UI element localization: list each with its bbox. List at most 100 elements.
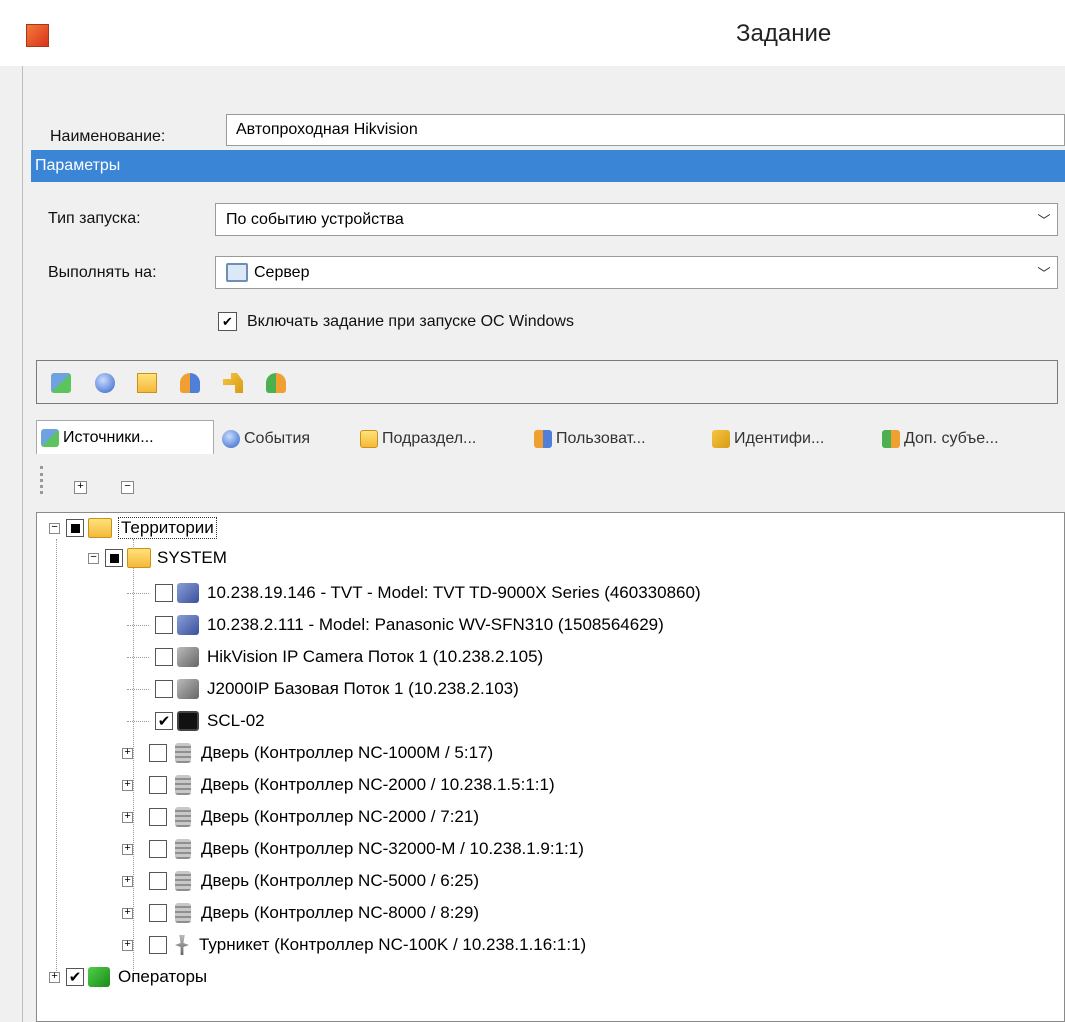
tree-checkbox[interactable] — [149, 744, 167, 762]
users-icon — [534, 430, 552, 448]
windows-start-label: Включать задание при запуске ОС Windows — [247, 312, 574, 330]
tree-checkbox[interactable] — [155, 680, 173, 698]
door-icon — [175, 903, 191, 923]
tree-checkbox[interactable] — [149, 776, 167, 794]
tab-label: Источники... — [63, 428, 154, 446]
collapse-all-button[interactable]: − — [121, 481, 134, 494]
tab-events[interactable]: События — [222, 424, 310, 454]
folder-icon — [360, 430, 378, 448]
tree-checkbox[interactable] — [66, 519, 84, 537]
expand-toggle[interactable]: + — [122, 779, 133, 791]
tab-identifiers[interactable]: Идентифи... — [712, 424, 824, 454]
expand-toggle[interactable]: + — [122, 939, 133, 951]
expand-toggle[interactable]: + — [122, 875, 133, 887]
parameters-section-header: Параметры — [31, 150, 1065, 182]
chevron-down-icon[interactable]: ﹀ — [1031, 210, 1057, 229]
tree-node-door[interactable]: + Дверь (Контроллер NC-2000 / 10.238.1.5… — [122, 770, 555, 800]
tree-checkbox[interactable] — [149, 840, 167, 858]
tree-checkbox[interactable] — [155, 712, 173, 730]
tree-checkbox[interactable] — [155, 616, 173, 634]
tree-checkbox[interactable] — [149, 808, 167, 826]
tab-strip: Источники... События Подраздел... Пользо… — [36, 420, 1065, 458]
window-title: Задание — [736, 20, 832, 47]
tree-node-door[interactable]: + Дверь (Контроллер NC-5000 / 6:25) — [122, 866, 479, 896]
camera-icon — [177, 647, 199, 667]
tree-node-label: Территории — [118, 517, 217, 539]
tree-node-operators[interactable]: + Операторы — [49, 962, 207, 992]
tree-node-device[interactable]: J2000IP Базовая Поток 1 (10.238.2.103) — [127, 674, 519, 704]
tree-node-label: SCL-02 — [207, 711, 265, 730]
users-icon[interactable] — [180, 373, 200, 393]
tree-node-device[interactable]: 10.238.19.146 - TVT - Model: TVT TD-9000… — [127, 578, 701, 608]
tab-label: Подраздел... — [382, 430, 477, 447]
folder-icon — [127, 548, 151, 568]
chevron-down-icon[interactable]: ﹀ — [1031, 263, 1057, 282]
keys-icon — [712, 430, 730, 448]
tab-users[interactable]: Пользоват... — [534, 424, 646, 454]
tree-connector — [127, 720, 149, 722]
events-icon — [222, 430, 240, 448]
expand-toggle[interactable]: + — [122, 747, 133, 759]
tree-node-label: 10.238.2.111 - Model: Panasonic WV-SFN31… — [207, 615, 664, 634]
tree-node-device[interactable]: SCL-02 — [127, 706, 265, 736]
expand-toggle[interactable]: + — [49, 971, 60, 983]
subjects-icon — [882, 430, 900, 448]
tree-connector — [56, 539, 57, 979]
expand-toggle[interactable]: + — [122, 907, 133, 919]
tree-checkbox[interactable] — [149, 904, 167, 922]
execute-on-select[interactable]: Сервер ﹀ — [215, 256, 1058, 289]
tree-node-device[interactable]: HikVision IP Camera Поток 1 (10.238.2.10… — [127, 642, 543, 672]
toolbar-grip[interactable] — [40, 466, 46, 494]
tree-node-door[interactable]: + Дверь (Контроллер NC-8000 / 8:29) — [122, 898, 479, 928]
tab-subdivisions[interactable]: Подраздел... — [360, 424, 476, 454]
subjects-icon[interactable] — [266, 373, 286, 393]
launch-type-label: Тип запуска: — [48, 210, 141, 227]
tree-node-door[interactable]: + Дверь (Контроллер NC-32000-M / 10.238.… — [122, 834, 584, 864]
tree-node-label: 10.238.19.146 - TVT - Model: TVT TD-9000… — [207, 583, 701, 602]
tree-checkbox[interactable] — [66, 968, 84, 986]
folder-icon[interactable] — [137, 373, 157, 393]
tree-node-label: Операторы — [118, 967, 208, 986]
tree-node-label: Дверь (Контроллер NC-5000 / 6:25) — [201, 871, 479, 890]
events-icon[interactable] — [95, 373, 115, 393]
collapse-toggle[interactable]: − — [49, 522, 60, 534]
launch-type-select[interactable]: По событию устройства ﹀ — [215, 203, 1058, 236]
tree-node-label: Дверь (Контроллер NC-2000 / 7:21) — [201, 807, 479, 826]
tree-node-territories[interactable]: − Территории — [49, 513, 217, 543]
camera-icon — [177, 679, 199, 699]
door-icon — [175, 871, 191, 891]
sources-icon[interactable] — [51, 373, 71, 393]
tree-node-door[interactable]: + Дверь (Контроллер NC-1000M / 5:17) — [122, 738, 493, 768]
tree-node-device[interactable]: 10.238.2.111 - Model: Panasonic WV-SFN31… — [127, 610, 664, 640]
tree-node-label: Дверь (Контроллер NC-1000M / 5:17) — [201, 743, 494, 762]
operators-icon — [88, 967, 110, 987]
tab-sources[interactable]: Источники... — [36, 420, 214, 454]
keys-icon[interactable] — [223, 373, 243, 393]
tree-checkbox[interactable] — [155, 648, 173, 666]
name-input[interactable]: Автопроходная Hikvision — [226, 114, 1065, 146]
tree-checkbox[interactable] — [105, 549, 123, 567]
tree-node-door[interactable]: + Дверь (Контроллер NC-2000 / 7:21) — [122, 802, 479, 832]
tree-node-system[interactable]: − SYSTEM — [88, 543, 227, 573]
windows-start-checkbox[interactable] — [218, 312, 237, 331]
tree-checkbox[interactable] — [149, 936, 167, 954]
tree-node-turnstile[interactable]: + Турникет (Контроллер NC-100K / 10.238.… — [122, 930, 586, 960]
sources-tree[interactable]: − Территории − SYSTEM 10.238.19.146 - TV… — [36, 512, 1065, 1022]
window-border — [22, 66, 23, 1022]
expand-toggle[interactable]: + — [122, 811, 133, 823]
tab-extra-subjects[interactable]: Доп. субъе... — [882, 424, 999, 454]
expand-toggle[interactable]: + — [122, 843, 133, 855]
execute-on-value: Сервер — [254, 263, 310, 281]
camera-icon — [177, 583, 199, 603]
tree-connector — [127, 656, 149, 658]
tree-checkbox[interactable] — [155, 584, 173, 602]
execute-on-label: Выполнять на: — [48, 264, 157, 281]
tree-node-label: SYSTEM — [157, 548, 227, 567]
windows-start-option[interactable]: Включать задание при запуске ОС Windows — [218, 312, 574, 331]
tab-label: Пользоват... — [556, 430, 646, 447]
door-icon — [175, 839, 191, 859]
tree-checkbox[interactable] — [149, 872, 167, 890]
tree-connector — [127, 624, 149, 626]
expand-all-button[interactable]: + — [74, 481, 87, 494]
collapse-toggle[interactable]: − — [88, 552, 99, 564]
